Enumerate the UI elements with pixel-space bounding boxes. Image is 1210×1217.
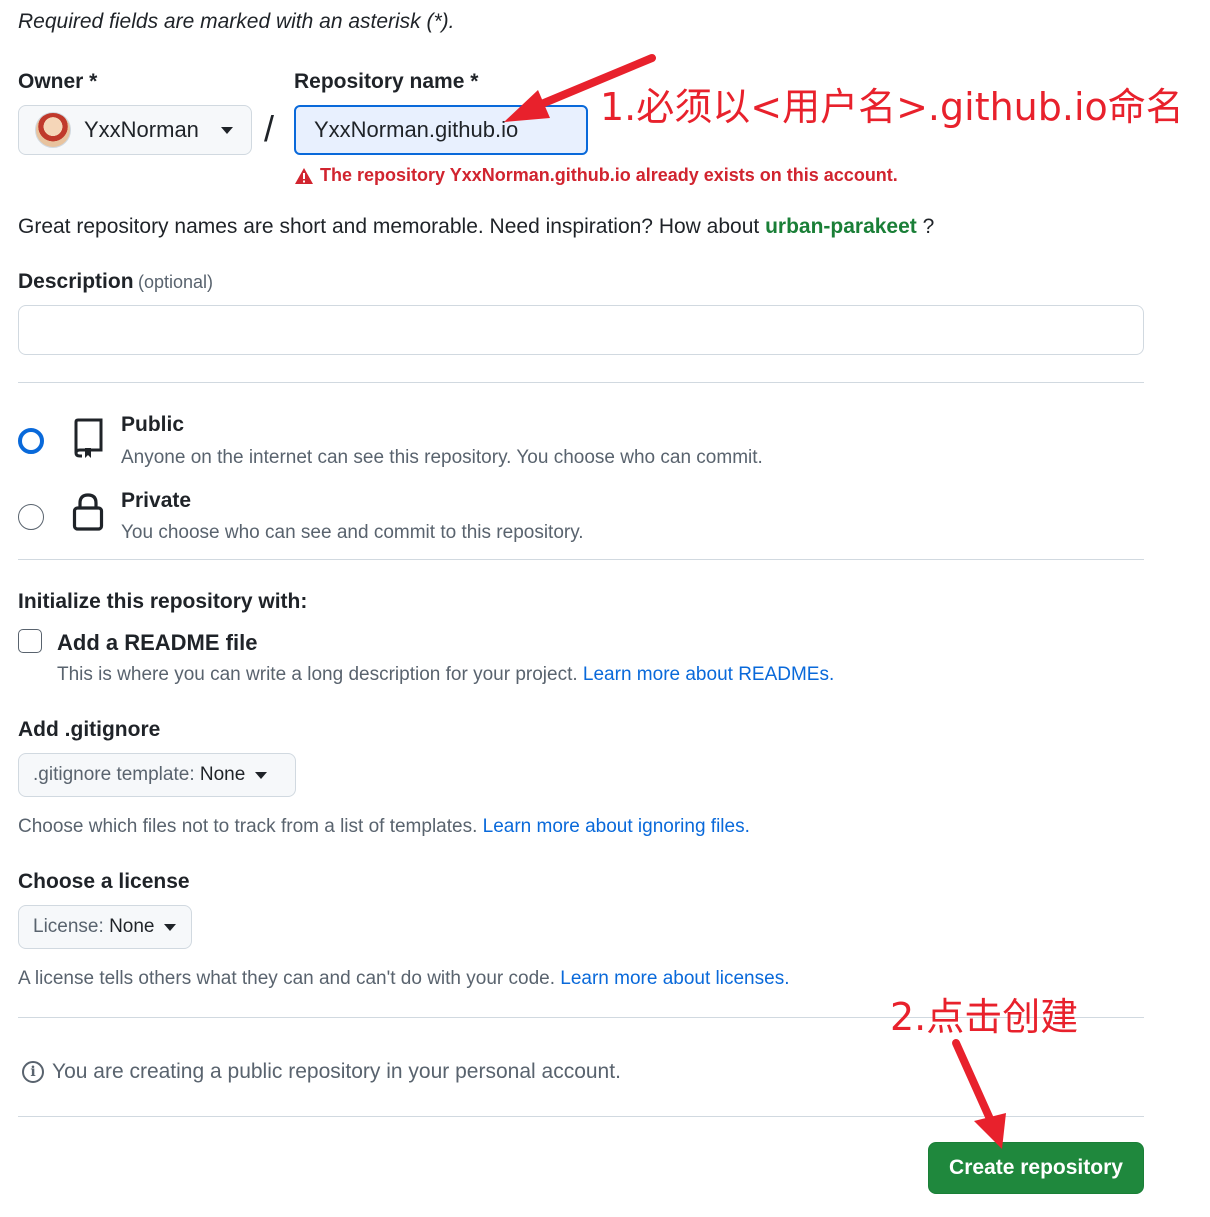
- gitignore-select-text: .gitignore template: None: [33, 764, 245, 786]
- divider: [18, 559, 1144, 560]
- owner-repo-separator: /: [264, 108, 275, 149]
- notice-text: You are creating a public repository in …: [52, 1060, 621, 1083]
- divider: [18, 382, 1144, 383]
- inspiration-text: Great repository names are short and mem…: [18, 215, 760, 238]
- alert-icon: [295, 167, 313, 184]
- owner-select-button[interactable]: YxxNorman: [18, 105, 252, 155]
- required-fields-note: Required fields are marked with an aster…: [18, 10, 455, 33]
- license-hint: A license tells others what they can and…: [18, 968, 789, 990]
- gitignore-heading: Add .gitignore: [18, 718, 161, 741]
- annotation-note-1: 1.必须以<用户名>.github.io命名: [600, 85, 1184, 129]
- gitignore-hint: Choose which files not to track from a l…: [18, 816, 750, 838]
- readme-description-text: This is where you can write a long descr…: [57, 664, 578, 685]
- private-title: Private: [121, 489, 192, 512]
- annotation-arrow-2: [952, 1039, 1006, 1149]
- owner-name: YxxNorman: [84, 117, 199, 142]
- lock-icon: [72, 493, 104, 531]
- repository-name-label: Repository name *: [294, 70, 479, 93]
- suggested-name-link[interactable]: urban-parakeet: [765, 215, 917, 238]
- inspiration-end: ?: [922, 215, 935, 238]
- info-icon: i: [22, 1061, 44, 1083]
- description-input[interactable]: [18, 305, 1144, 355]
- public-radio[interactable]: [18, 428, 44, 454]
- description-label: Description: [18, 270, 134, 293]
- name-inspiration: Great repository names are short and mem…: [18, 215, 934, 239]
- caret-down-icon: [255, 771, 268, 779]
- caret-down-icon: [164, 923, 177, 931]
- caret-down-icon: [220, 126, 233, 134]
- readme-description: This is where you can write a long descr…: [57, 664, 834, 686]
- gitignore-learn-more-link[interactable]: Learn more about ignoring files.: [483, 816, 750, 837]
- license-value: None: [109, 916, 155, 937]
- readme-label[interactable]: Add a README file: [57, 630, 257, 656]
- description-optional: (optional): [137, 272, 214, 292]
- gitignore-template-select[interactable]: .gitignore template: None: [18, 753, 296, 797]
- license-heading: Choose a license: [18, 870, 190, 893]
- gitignore-value: None: [199, 764, 246, 785]
- gitignore-prefix: .gitignore template:: [33, 764, 195, 785]
- public-description: Anyone on the internet can see this repo…: [121, 447, 763, 468]
- private-description: You choose who can see and commit to thi…: [121, 522, 584, 543]
- description-label-row: Description (optional): [18, 270, 213, 294]
- owner-label: Owner *: [18, 70, 98, 93]
- public-title: Public: [121, 413, 185, 436]
- private-radio[interactable]: [18, 504, 44, 530]
- gitignore-hint-text: Choose which files not to track from a l…: [18, 816, 478, 837]
- readme-checkbox[interactable]: [18, 629, 42, 653]
- annotation-arrow-1: [504, 54, 656, 122]
- initialize-heading: Initialize this repository with:: [18, 590, 308, 613]
- public-repo-notice: i You are creating a public repository i…: [22, 1060, 621, 1084]
- error-text: The repository YxxNorman.github.io alrea…: [320, 165, 898, 185]
- repository-name-error: The repository YxxNorman.github.io alrea…: [294, 165, 898, 186]
- avatar: [35, 112, 71, 148]
- readme-learn-more-link[interactable]: Learn more about READMEs.: [583, 664, 834, 685]
- annotation-note-2: 2.点击创建: [890, 995, 1079, 1039]
- license-select[interactable]: License: None: [18, 905, 192, 949]
- repo-icon: [74, 418, 103, 458]
- license-select-text: License: None: [33, 916, 154, 938]
- license-hint-text: A license tells others what they can and…: [18, 968, 555, 989]
- license-learn-more-link[interactable]: Learn more about licenses.: [560, 968, 789, 989]
- license-prefix: License:: [33, 916, 104, 937]
